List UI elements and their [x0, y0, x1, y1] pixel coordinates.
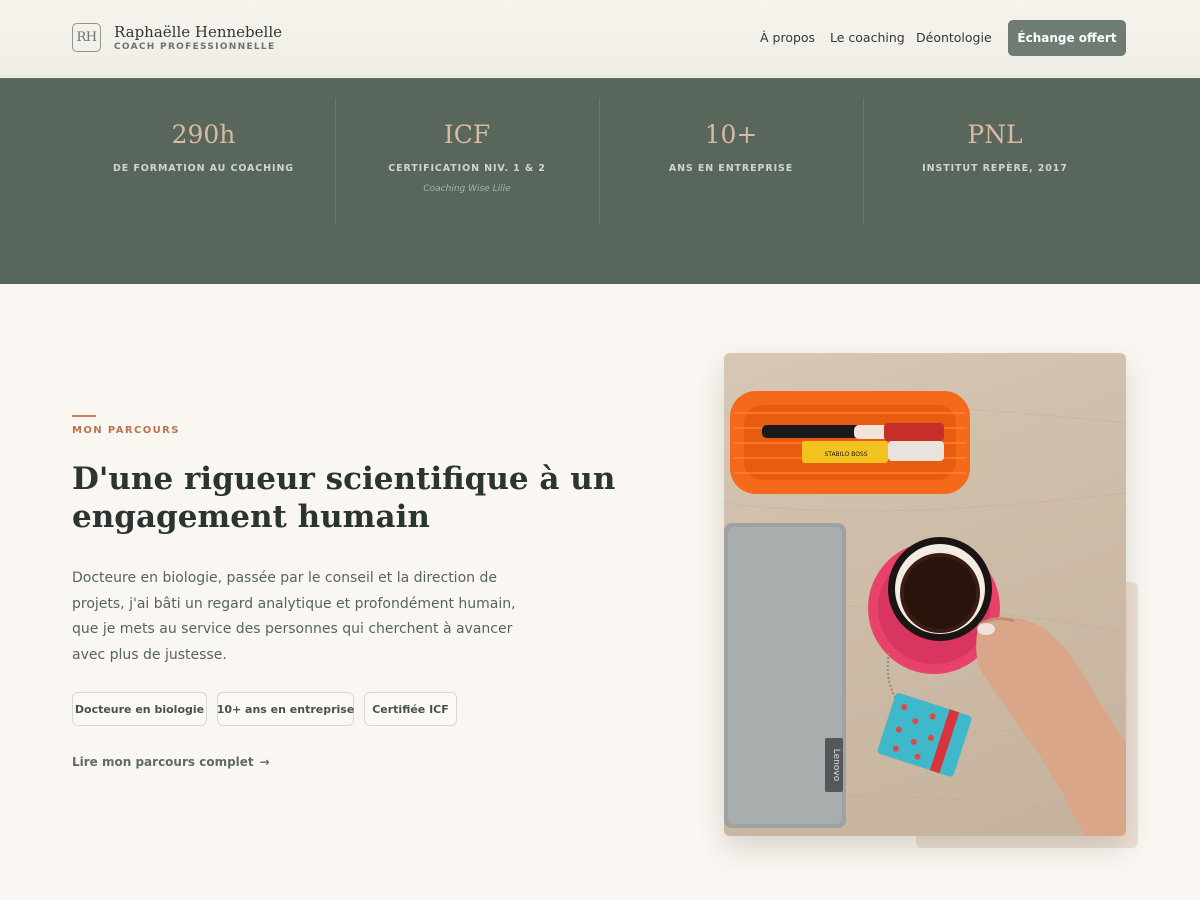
stat-experience: 10+ ANS EN ENTREPRISE [599, 98, 862, 223]
tag-icf-certified: Certifiée ICF [364, 692, 457, 726]
stat-value: 10+ [704, 120, 758, 149]
stat-value: ICF [443, 120, 491, 149]
nav-link-ethics[interactable]: Déontologie [916, 30, 992, 45]
eyebrow-rule [72, 415, 96, 417]
logo-mark[interactable]: RH [72, 23, 101, 52]
stat-value: 290h [171, 120, 236, 149]
site-header: RH Raphaëlle Hennebelle COACH PROFESSION… [0, 0, 1200, 77]
brand-tagline: COACH PROFESSIONNELLE [114, 42, 276, 52]
stat-training-hours: 290h DE FORMATION AU COACHING [72, 98, 335, 223]
stat-label: DE FORMATION AU COACHING [112, 163, 294, 174]
free-session-button[interactable]: Échange offert [1008, 20, 1126, 56]
desk-illustration: STABILO BOSS Lenovo [724, 391, 1126, 836]
stat-certification: ICF CERTIFICATION NIV. 1 & 2 Coaching Wi… [335, 98, 598, 223]
stat-label: CERTIFICATION NIV. 1 & 2 [388, 163, 546, 174]
stat-nlp: PNL INSTITUT REPÈRE, 2017 [863, 98, 1126, 223]
laptop-logo: Lenovo [831, 749, 841, 782]
nav-link-about[interactable]: À propos [760, 30, 815, 45]
pencil-basket: STABILO BOSS [730, 391, 970, 494]
stat-label: ANS EN ENTREPRISE [668, 163, 794, 174]
read-full-story-link[interactable]: Lire mon parcours complet → [72, 755, 270, 769]
laptop: Lenovo [724, 523, 846, 828]
marker-label: STABILO BOSS [824, 451, 867, 458]
nav-link-coaching[interactable]: Le coaching [830, 30, 905, 45]
brand-name[interactable]: Raphaëlle Hennebelle [114, 23, 282, 41]
read-link-label: Lire mon parcours complet [72, 755, 254, 769]
section-eyebrow: MON PARCOURS [72, 425, 180, 436]
tag-industry-years: 10+ ans en entreprise [217, 692, 354, 726]
desk-photo: STABILO BOSS Lenovo [724, 353, 1126, 836]
section-lead: Docteure en biologie, passée par le cons… [72, 570, 516, 663]
arrow-right-icon: → [259, 755, 270, 769]
tag-biology-doctor: Docteure en biologie [72, 692, 207, 726]
stat-note: Coaching Wise Lille [423, 184, 511, 194]
section-headline: D'une rigueur scientifique à un engageme… [72, 461, 616, 535]
stats-band: 290h DE FORMATION AU COACHING ICF CERTIF… [0, 78, 1200, 284]
stat-label: INSTITUT REPÈRE, 2017 [922, 163, 1068, 174]
stat-value: PNL [967, 120, 1023, 149]
